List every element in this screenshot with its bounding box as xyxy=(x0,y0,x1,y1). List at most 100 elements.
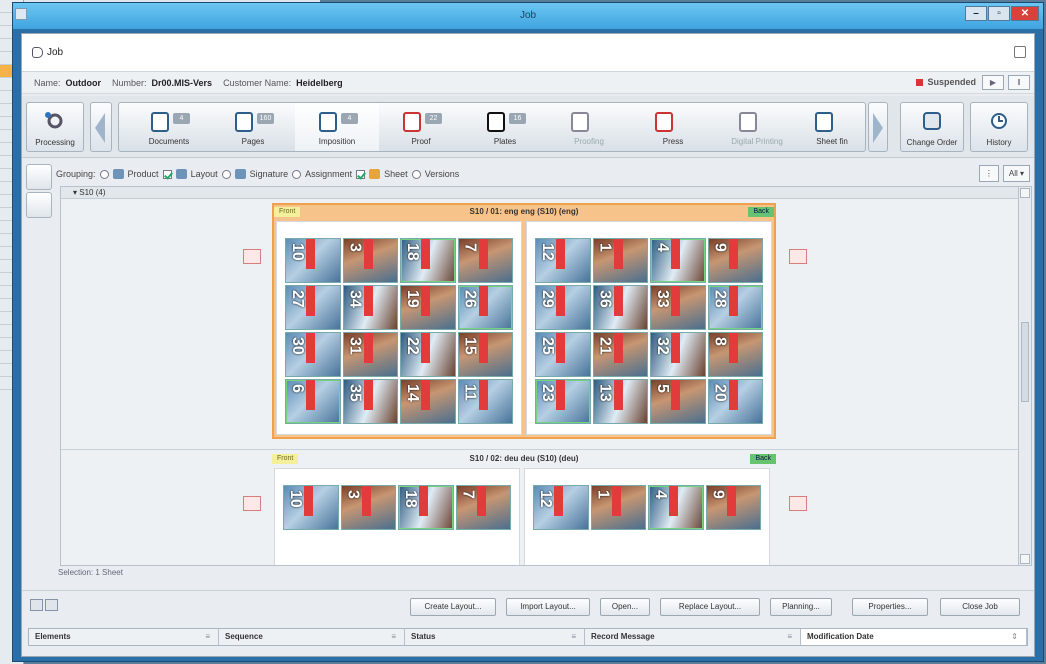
processing-button[interactable]: Processing xyxy=(26,102,84,152)
step-digital-printing[interactable]: Digital Printing xyxy=(715,103,799,151)
change-order-button[interactable]: Change Order xyxy=(900,102,964,152)
maximize-button[interactable]: ▫ xyxy=(988,6,1010,21)
column-header-record-message[interactable]: Record Message ≡ xyxy=(585,629,801,645)
replace-layout-button[interactable]: Replace Layout... xyxy=(660,598,760,616)
page-thumbnail[interactable]: 7 xyxy=(455,485,511,530)
page-thumbnail[interactable]: 12 xyxy=(533,485,589,530)
sheet-view-icon[interactable] xyxy=(26,164,52,190)
sheet-front-side[interactable]: 10 3 18 7 xyxy=(274,468,520,565)
page-thumbnail[interactable]: 9 xyxy=(707,238,763,283)
step-proof[interactable]: 22 Proof xyxy=(379,103,463,151)
planning-button[interactable]: Planning... xyxy=(770,598,832,616)
column-header-status[interactable]: Status ≡ xyxy=(405,629,585,645)
sheet-back-side[interactable]: 12 1 4 9 xyxy=(524,468,770,565)
page-thumbnail[interactable]: 3 xyxy=(342,238,398,283)
page-thumbnail[interactable]: 1 xyxy=(592,238,648,283)
front-preview-icon[interactable] xyxy=(243,496,261,511)
tree-node-s10[interactable]: ▾ S10 (4) xyxy=(61,187,1019,199)
page-thumbnail[interactable]: 22 xyxy=(400,332,456,377)
page-thumbnail[interactable]: 26 xyxy=(457,285,513,330)
step-plates[interactable]: 16 Plates xyxy=(463,103,547,151)
sheet-card[interactable]: Front S10 / 02: deu deu (S10) (deu) Back… xyxy=(272,452,776,565)
page-thumbnail[interactable]: 36 xyxy=(592,285,648,330)
page-thumbnail[interactable]: 18 xyxy=(400,238,456,283)
page-thumbnail[interactable]: 12 xyxy=(535,238,591,283)
layout-checkbox[interactable] xyxy=(162,169,172,179)
assignment-radio[interactable] xyxy=(292,169,302,179)
page-thumbnail[interactable]: 21 xyxy=(592,332,648,377)
pause-button[interactable]: ‖ xyxy=(1008,75,1030,90)
undock-icon[interactable] xyxy=(1014,46,1026,58)
resume-button[interactable]: ▶ xyxy=(982,75,1004,90)
column-header-modification-date[interactable]: Modification Date ⇕ xyxy=(801,629,1027,645)
page-thumbnail[interactable]: 8 xyxy=(707,332,763,377)
layout-view-icon[interactable] xyxy=(26,192,52,218)
page-thumbnail[interactable]: 11 xyxy=(457,379,513,424)
step-pages[interactable]: 160 Pages xyxy=(211,103,295,151)
page-thumbnail[interactable]: 10 xyxy=(285,238,341,283)
page-thumbnail[interactable]: 13 xyxy=(592,379,648,424)
sheet-front-side[interactable]: 10 3 18 7 27 34 19 26 30 31 22 15 6 35 14 11 xyxy=(276,221,522,435)
create-layout-button[interactable]: Create Layout... xyxy=(410,598,496,616)
page-thumbnail[interactable]: 3 xyxy=(340,485,396,530)
page-thumbnail[interactable]: 4 xyxy=(648,485,704,530)
page-thumbnail[interactable]: 15 xyxy=(457,332,513,377)
title-bar[interactable]: Job – ▫ ✕ xyxy=(13,3,1043,29)
page-thumbnail[interactable]: 6 xyxy=(285,379,341,424)
page-thumbnail[interactable]: 18 xyxy=(398,485,454,530)
signature-radio[interactable] xyxy=(221,169,231,179)
vertical-scrollbar[interactable] xyxy=(1018,186,1032,566)
page-thumbnail[interactable]: 7 xyxy=(457,238,513,283)
scroll-up-button[interactable] xyxy=(1020,188,1030,198)
page-thumbnail[interactable]: 34 xyxy=(342,285,398,330)
step-sheet-fin[interactable]: Sheet fin xyxy=(799,103,865,151)
sheet-checkbox[interactable] xyxy=(356,169,366,179)
minimize-button[interactable]: – xyxy=(965,6,987,21)
grid-view-icon[interactable] xyxy=(45,599,58,611)
column-header-elements[interactable]: Elements ≡ xyxy=(29,629,219,645)
page-thumbnail[interactable]: 20 xyxy=(707,379,763,424)
page-thumbnail[interactable]: 31 xyxy=(342,332,398,377)
step-documents[interactable]: 4 Documents xyxy=(127,103,211,151)
list-view-icon[interactable] xyxy=(30,599,43,611)
sheet-back-side[interactable]: 12 1 4 9 29 36 33 28 25 21 32 8 23 13 5 20 xyxy=(526,221,772,435)
page-thumbnail[interactable]: 28 xyxy=(707,285,763,330)
back-preview-icon[interactable] xyxy=(789,249,807,264)
back-preview-icon[interactable] xyxy=(789,496,807,511)
step-press[interactable]: Press xyxy=(631,103,715,151)
page-thumbnail[interactable]: 1 xyxy=(590,485,646,530)
column-header-sequence[interactable]: Sequence ≡ xyxy=(219,629,405,645)
step-proofing[interactable]: Proofing xyxy=(547,103,631,151)
step-imposition[interactable]: 4 Imposition xyxy=(295,103,379,151)
view-all-dropdown[interactable]: All ▾ xyxy=(1002,165,1030,182)
sheet-list[interactable]: ▾ S10 (4) Front S10 / 01: eng eng (S10) … xyxy=(60,186,1020,566)
properties-button[interactable]: Properties... xyxy=(852,598,928,616)
page-thumbnail[interactable]: 29 xyxy=(535,285,591,330)
sheet-card-selected[interactable]: Front S10 / 01: eng eng (S10) (eng) Back… xyxy=(272,203,776,439)
product-radio[interactable] xyxy=(99,169,109,179)
page-thumbnail[interactable]: 10 xyxy=(283,485,339,530)
page-thumbnail[interactable]: 30 xyxy=(285,332,341,377)
page-thumbnail[interactable]: 19 xyxy=(400,285,456,330)
close-window-button[interactable]: ✕ xyxy=(1011,6,1039,21)
steps-next-button[interactable] xyxy=(868,102,888,152)
versions-radio[interactable] xyxy=(411,169,421,179)
history-button[interactable]: History xyxy=(970,102,1028,152)
open-button[interactable]: Open... xyxy=(600,598,650,616)
scroll-down-button[interactable] xyxy=(1020,554,1030,564)
page-thumbnail[interactable]: 32 xyxy=(650,332,706,377)
steps-prev-button[interactable] xyxy=(90,102,112,152)
import-layout-button[interactable]: Import Layout... xyxy=(506,598,590,616)
page-thumbnail[interactable]: 35 xyxy=(342,379,398,424)
page-thumbnail[interactable]: 9 xyxy=(705,485,761,530)
page-thumbnail[interactable]: 25 xyxy=(535,332,591,377)
page-thumbnail[interactable]: 27 xyxy=(285,285,341,330)
filter-button[interactable]: ⋮ xyxy=(978,165,999,182)
page-thumbnail[interactable]: 23 xyxy=(535,379,591,424)
page-thumbnail[interactable]: 33 xyxy=(650,285,706,330)
front-preview-icon[interactable] xyxy=(243,249,261,264)
page-thumbnail[interactable]: 5 xyxy=(650,379,706,424)
close-job-button[interactable]: Close Job xyxy=(940,598,1020,616)
page-thumbnail[interactable]: 14 xyxy=(400,379,456,424)
scroll-thumb[interactable] xyxy=(1021,322,1029,402)
